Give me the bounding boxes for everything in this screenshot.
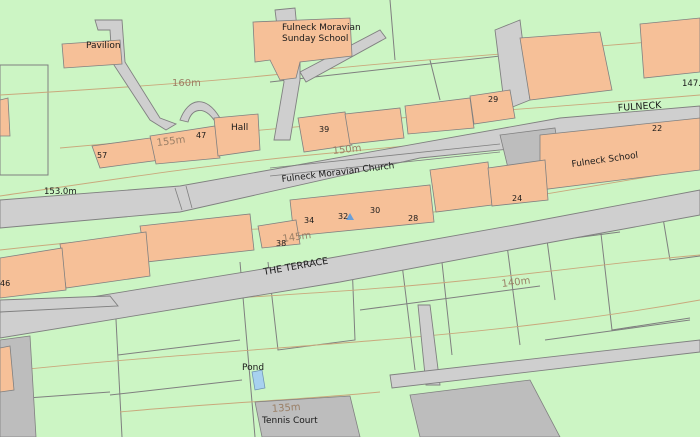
spot-height-147: 147.6: [682, 79, 700, 89]
label-sunday-school-line1: Fulneck Moravian: [282, 23, 361, 33]
house-number-47: 47: [196, 131, 206, 140]
house-number-57: 57: [97, 151, 107, 160]
label-tennis-court: Tennis Court: [261, 416, 318, 426]
house-number-28: 28: [408, 214, 418, 223]
house-number-39: 39: [319, 125, 329, 134]
house-number-29: 29: [488, 95, 498, 104]
house-number-46: 46: [0, 279, 10, 288]
contour-160: 160m: [172, 78, 201, 89]
label-sunday-school-line2: Sunday School: [282, 34, 348, 44]
building-north-east: [519, 31, 613, 101]
house-number-34: 34: [304, 216, 314, 225]
house-number-38: 38: [276, 239, 286, 248]
house-number-22: 22: [652, 124, 662, 133]
map-canvas[interactable]: Pavilion Fulneck Moravian Sunday School …: [0, 0, 700, 437]
label-pond: Pond: [242, 363, 264, 373]
label-hall: Hall: [231, 123, 248, 133]
label-pavilion: Pavilion: [86, 41, 121, 51]
house-number-30: 30: [370, 206, 380, 215]
house-number-32: 32: [338, 212, 348, 221]
contour-135: 135m: [271, 402, 301, 415]
spot-height-153: 153.0m: [44, 187, 77, 197]
house-number-24: 24: [512, 194, 522, 203]
building-hall: [213, 113, 261, 157]
